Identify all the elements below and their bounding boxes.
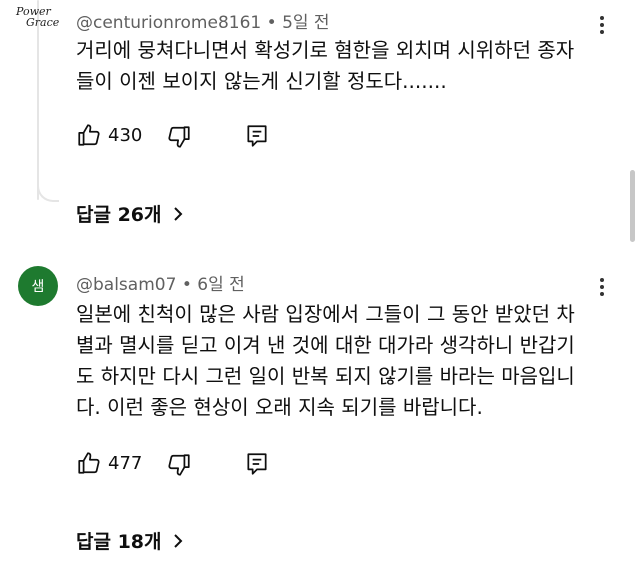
chevron-right-icon <box>173 533 182 548</box>
chevron-right-icon <box>173 206 182 221</box>
like-button[interactable]: 477 <box>76 450 142 476</box>
reply-button[interactable] <box>244 451 270 477</box>
reply-button[interactable] <box>244 123 270 149</box>
comment-author[interactable]: @centurionrome8161 <box>76 13 261 33</box>
comment-meta: @centurionrome8161 • 5일 전 <box>76 8 330 33</box>
meta-separator: • <box>266 13 277 33</box>
meta-separator: • <box>181 275 192 295</box>
avatar[interactable]: 샘 <box>18 266 58 306</box>
comment-text: 거리에 뭉쳐다니면서 확성기로 혐한을 외치며 시위하던 종자 들이 이젠 보이… <box>76 35 616 97</box>
thumbs-down-icon <box>168 126 190 148</box>
thumbs-down-icon <box>168 454 190 476</box>
replies-label: 답글 18개 <box>76 531 162 553</box>
avatar-logo-text: Grace <box>26 16 60 29</box>
replies-label: 답글 26개 <box>76 204 162 226</box>
thumbs-up-icon <box>78 124 100 146</box>
comment-line: 별과 멸시를 딛고 이겨 낸 것에 대한 대가라 생각하니 반갑기 <box>76 333 575 357</box>
comment-line: 일본에 친척이 많은 사람 입장에서 그들이 그 동안 받았던 차 <box>76 302 575 326</box>
comment-time[interactable]: 6일 전 <box>197 275 245 295</box>
avatar-initial: 샘 <box>31 279 45 295</box>
like-count: 477 <box>108 452 143 474</box>
comment-line: 다. 이런 좋은 현상이 오래 지속 되기를 바랍니다. <box>76 395 483 419</box>
comment-line: 들이 이젠 보이지 않는게 신기할 정도다....... <box>76 69 447 93</box>
avatar[interactable]: Power Grace <box>16 6 64 36</box>
dislike-button[interactable] <box>166 124 192 150</box>
replies-toggle[interactable]: 답글 18개 <box>76 527 184 554</box>
comment-meta: @balsam07 • 6일 전 <box>76 270 245 295</box>
thumbs-up-icon <box>78 452 100 474</box>
comment-text: 일본에 친척이 많은 사람 입장에서 그들이 그 동안 받았던 차 별과 멸시를… <box>76 299 616 423</box>
dislike-button[interactable] <box>166 452 192 478</box>
comment-line: 거리에 뭉쳐다니면서 확성기로 혐한을 외치며 시위하던 종자 <box>76 38 575 62</box>
comment-time[interactable]: 5일 전 <box>282 13 330 33</box>
like-count: 430 <box>108 124 143 146</box>
reply-icon <box>247 453 267 475</box>
scrollbar[interactable] <box>630 170 635 242</box>
comment-line: 도 하지만 다시 그런 일이 반복 되지 않기를 바라는 마음입니 <box>76 364 575 388</box>
more-vert-icon[interactable] <box>590 275 614 299</box>
reply-icon <box>247 125 267 147</box>
more-vert-icon[interactable] <box>590 13 614 37</box>
comment-author[interactable]: @balsam07 <box>76 275 176 295</box>
like-button[interactable]: 430 <box>76 122 142 148</box>
replies-toggle[interactable]: 답글 26개 <box>76 200 184 227</box>
